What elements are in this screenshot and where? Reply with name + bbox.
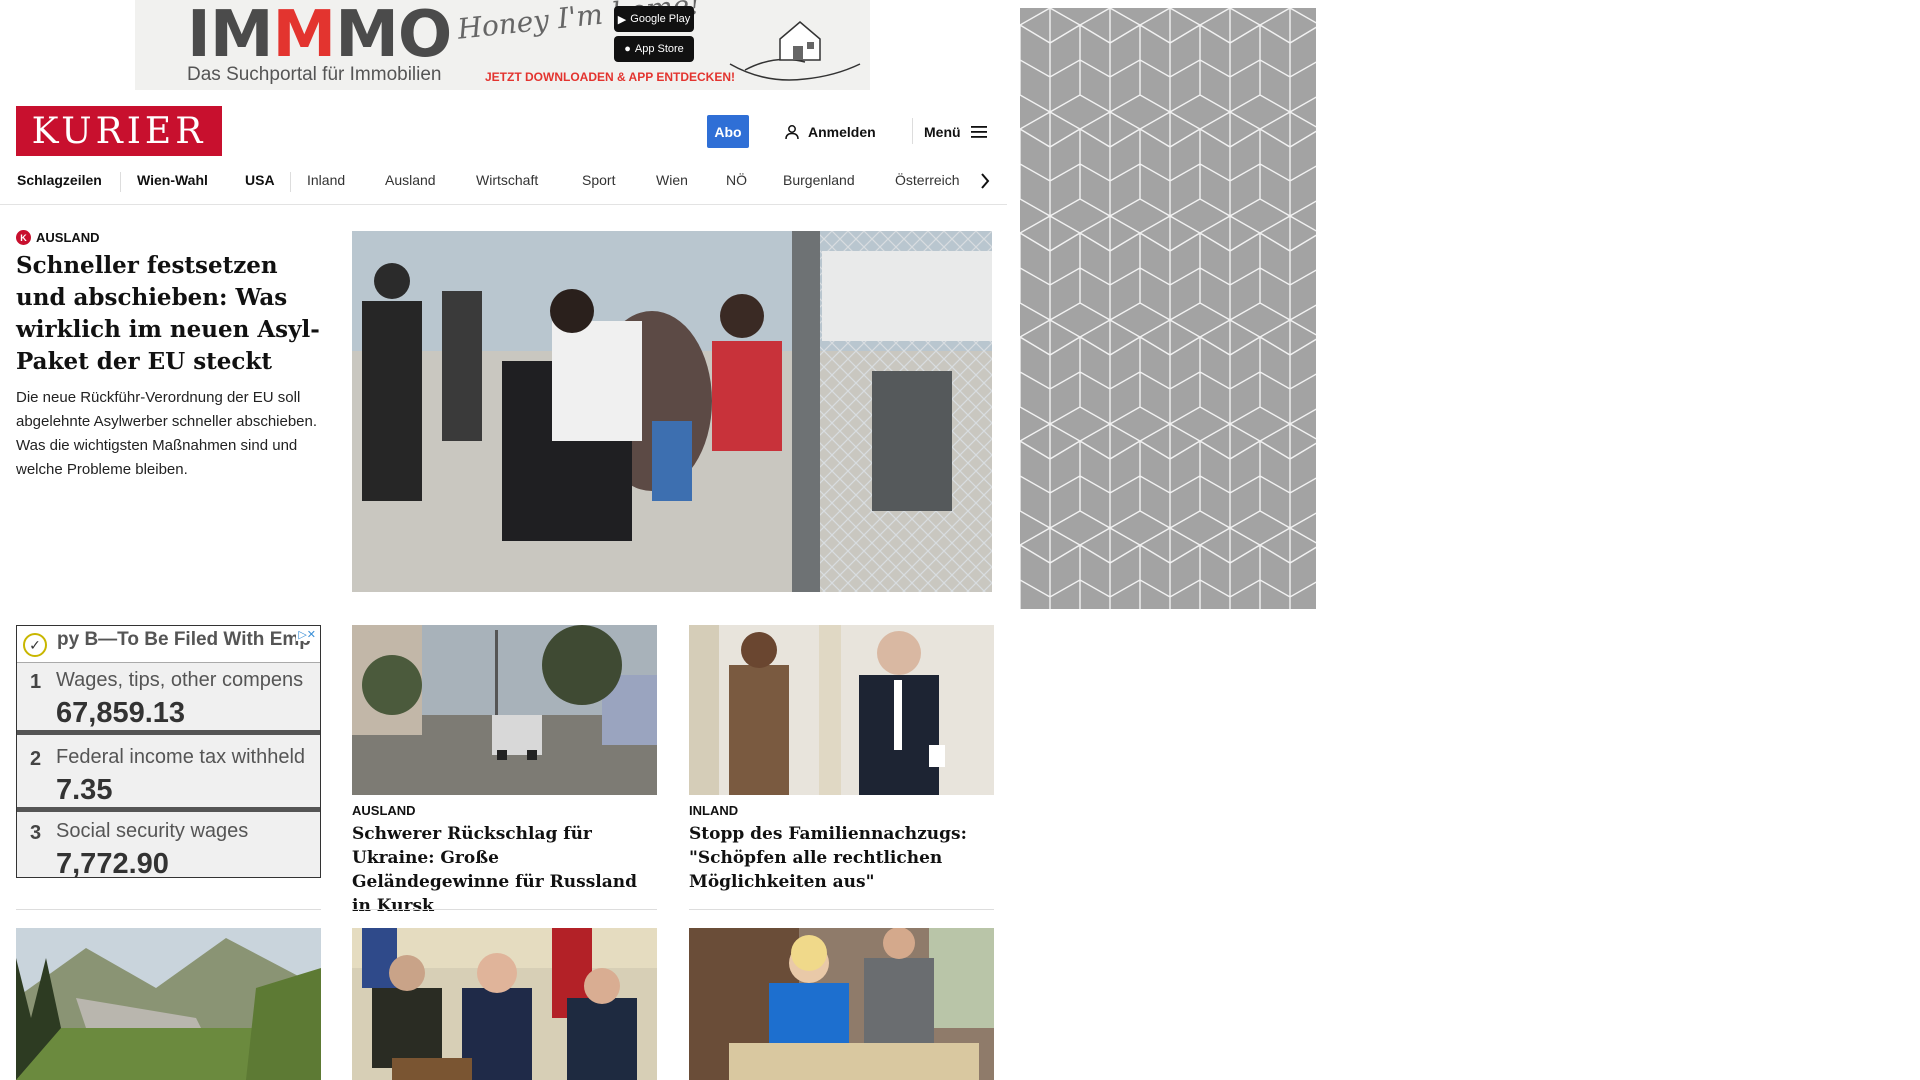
- hamburger-icon: [970, 126, 987, 138]
- side-pattern-ad[interactable]: [1020, 8, 1316, 609]
- nav-item-usa[interactable]: USA: [245, 163, 275, 197]
- w2-row: 3 Social security wages 7,772.90: [17, 814, 320, 878]
- ad-cta: JETZT DOWNLOADEN & APP ENTDECKEN!: [485, 70, 736, 84]
- card-photo-ukraine-illustration: [352, 625, 657, 795]
- w2-ad-header: py B—To Be Filed With Emp: [17, 626, 320, 663]
- menu-button[interactable]: Menü: [924, 120, 987, 144]
- card-photo-bakery[interactable]: [689, 928, 994, 1080]
- card-divider: [689, 909, 994, 910]
- w2-row-number: 1: [30, 671, 42, 693]
- lead-category-label: AUSLAND: [36, 230, 100, 245]
- nav-item-noe[interactable]: NÖ: [726, 163, 747, 197]
- top-banner-ad[interactable]: IMMMO Das Suchportal für Immobilien Hone…: [135, 0, 870, 90]
- adchoices-close-icon[interactable]: ▷✕: [296, 628, 318, 641]
- w2-row-label: Social security wages: [56, 820, 249, 842]
- card-photo-inland-illustration: [689, 625, 994, 795]
- nav-separator: [290, 172, 291, 192]
- section-nav: Schlagzeilen Wien-Wahl USA Inland Auslan…: [0, 163, 1007, 205]
- w2-row: 1 Wages, tips, other compens 67,859.13: [17, 663, 320, 735]
- user-icon: [785, 125, 799, 140]
- nav-item-burgenland[interactable]: Burgenland: [783, 163, 855, 197]
- house-hand-icon: [729, 21, 861, 81]
- w2-row-value: 7,772.90: [56, 848, 169, 878]
- play-icon: ▶: [617, 13, 627, 26]
- card-divider: [352, 909, 657, 910]
- nav-scroll-right-button[interactable]: [974, 169, 996, 193]
- card-photo-oval-office-illustration: [352, 928, 657, 1080]
- lead-category: K AUSLAND: [16, 230, 100, 245]
- card-headline[interactable]: Stopp des Familiennachzugs: "Schöpfen al…: [689, 822, 994, 894]
- chevron-right-icon: [981, 173, 990, 189]
- nav-item-schlagzeilen[interactable]: Schlagzeilen: [17, 163, 102, 197]
- lead-photo-illustration: [352, 231, 992, 592]
- nav-item-inland[interactable]: Inland: [307, 163, 345, 197]
- nav-item-wirtschaft[interactable]: Wirtschaft: [476, 163, 538, 197]
- lead-teaser: Die neue Rückführ-Verordnung der EU soll…: [16, 389, 318, 478]
- card-photo-bakery-illustration: [689, 928, 994, 1080]
- header-divider: [912, 118, 913, 144]
- card-photo-oval-office[interactable]: [352, 928, 657, 1080]
- lead-headline[interactable]: Schneller festsetzen und abschieben: Was…: [16, 250, 326, 378]
- login-label: Anmelden: [808, 124, 876, 140]
- nav-item-wien-wahl[interactable]: Wien-Wahl: [137, 163, 208, 197]
- w2-row-value: 67,859.13: [56, 697, 186, 729]
- card-photo-inland[interactable]: [689, 625, 994, 795]
- w2-row: 2 Federal income tax withheld 7.35: [17, 740, 320, 812]
- lead-photo[interactable]: [352, 231, 992, 592]
- card-photo-alps[interactable]: [16, 928, 321, 1080]
- w2-row-value: 7.35: [56, 774, 113, 806]
- check-icon: ✓: [23, 633, 47, 657]
- card-category: INLAND: [689, 803, 739, 818]
- nav-item-wien[interactable]: Wien: [656, 163, 688, 197]
- w2-row-label: Wages, tips, other compens: [56, 669, 304, 691]
- card-photo-ukraine[interactable]: [352, 625, 657, 795]
- login-button[interactable]: Anmelden: [784, 120, 876, 144]
- kurier-k-icon: K: [16, 230, 31, 245]
- w2-row-number: 2: [30, 748, 42, 770]
- ad-tagline: Das Suchportal für Immobilien: [187, 64, 442, 85]
- card-category: AUSLAND: [352, 803, 416, 818]
- menu-label: Menü: [924, 124, 961, 140]
- w2-form-ad[interactable]: py B—To Be Filed With Emp ✓ ▷✕ 1 Wages, …: [16, 625, 321, 878]
- card-headline[interactable]: Schwerer Rückschlag für Ukraine: Große G…: [352, 822, 657, 918]
- card-divider: [16, 909, 321, 910]
- nav-item-oesterreich[interactable]: Österreich: [895, 163, 960, 197]
- w2-row-label: Federal income tax withheld: [56, 746, 306, 768]
- nav-item-sport[interactable]: Sport: [582, 163, 615, 197]
- nav-item-ausland[interactable]: Ausland: [385, 163, 436, 197]
- apple-icon: ●: [624, 43, 631, 55]
- nav-separator: [120, 172, 121, 192]
- kurier-logo[interactable]: KURIER: [16, 106, 222, 156]
- app-store-badge[interactable]: ● App Store: [614, 36, 694, 62]
- w2-row-number: 3: [30, 822, 42, 844]
- immmo-logo: IMMMO: [187, 0, 452, 72]
- card-photo-alps-illustration: [16, 928, 321, 1080]
- abo-button[interactable]: Abo: [707, 115, 749, 148]
- google-play-badge[interactable]: ▶ Google Play: [614, 6, 694, 32]
- cube-pattern-illustration: [1020, 8, 1316, 609]
